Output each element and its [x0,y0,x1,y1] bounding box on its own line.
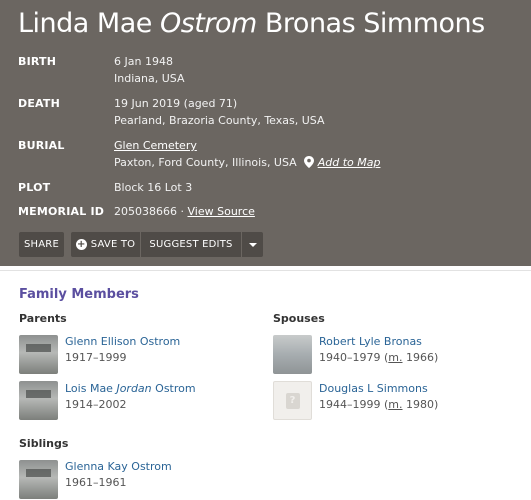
spouse-2-married-abbr: m. [388,398,403,411]
save-to-button[interactable]: + SAVE TO [71,232,141,257]
sibling-1-photo[interactable] [19,460,58,499]
caret-down-icon [248,242,257,247]
no-photo-icon: ? [285,392,300,409]
burial-place-row: Paxton, Ford County, Illinois, USA Add t… [114,156,380,169]
memorial-name: Linda Mae Ostrom Bronas Simmons [18,8,485,39]
spouse-2-married-year: 1980) [402,398,439,411]
birth-date: 6 Jan 1948 [114,55,173,68]
spouse-2-dates: 1944–1999 (m. 1980) [319,398,438,411]
share-label: SHARE [24,239,59,250]
map-pin-icon [304,156,315,168]
add-to-map-link[interactable]: Add to Map [318,156,381,169]
plot-label: PLOT [18,181,51,194]
birth-place: Indiana, USA [114,72,185,85]
memorial-id-row: 205038666 · View Source [114,205,255,218]
parent-2-name[interactable]: Lois Mae Jordan Ostrom [65,382,196,395]
save-to-label: SAVE TO [90,239,136,250]
suggest-edits-label: SUGGEST EDITS [149,239,233,250]
cemetery-link[interactable]: Glen Cemetery [114,139,197,152]
burial-label: BURIAL [18,139,65,152]
death-place: Pearland, Brazoria County, Texas, USA [114,114,325,127]
parent-1-photo[interactable] [19,335,58,374]
id-separator: · [177,205,188,218]
parent-2-photo[interactable] [19,381,58,420]
spouse-1-photo[interactable] [273,335,312,374]
spouse-1-dates: 1940–1979 (m. 1966) [319,351,438,364]
memorial-id: 205038666 [114,205,177,218]
plus-icon: + [75,238,87,250]
parent-2-dates: 1914–2002 [65,398,127,411]
spouses-label: Spouses [273,312,325,325]
section-divider [0,270,531,271]
spouse-2-life: 1944–1999 ( [319,398,389,411]
sibling-1-name[interactable]: Glenna Kay Ostrom [65,460,172,473]
more-actions-dropdown[interactable] [242,232,263,257]
burial-place: Paxton, Ford County, Illinois, USA [114,156,297,169]
spouse-2-name[interactable]: Douglas L Simmons [319,382,428,395]
plot-value: Block 16 Lot 3 [114,181,193,194]
share-button[interactable]: SHARE [19,232,64,257]
siblings-label: Siblings [19,437,69,450]
spouse-1-name[interactable]: Robert Lyle Bronas [319,335,422,348]
name-first: Linda Mae [18,8,152,39]
parent-1-name[interactable]: Glenn Ellison Ostrom [65,335,180,348]
parent-2-maiden: Jordan [116,382,152,395]
spouse-1-married-abbr: m. [388,351,403,364]
view-source-link[interactable]: View Source [188,205,255,218]
name-maiden: Ostrom [159,8,257,39]
parent-2-first: Lois Mae [65,382,113,395]
spouse-2-photo-placeholder[interactable]: ? [273,381,312,420]
spouse-1-married-year: 1966) [402,351,439,364]
parent-2-last: Ostrom [155,382,196,395]
sibling-1-dates: 1961–1961 [65,476,127,489]
parent-1-dates: 1917–1999 [65,351,127,364]
death-date: 19 Jun 2019 (aged 71) [114,97,238,110]
death-label: DEATH [18,97,61,110]
parents-label: Parents [19,312,67,325]
spouse-1-life: 1940–1979 ( [319,351,389,364]
family-members-title: Family Members [19,287,139,302]
memorial-id-label: MEMORIAL ID [18,205,105,218]
memorial-header: Linda Mae Ostrom Bronas Simmons BIRTH 6 … [0,0,531,266]
birth-label: BIRTH [18,55,57,68]
suggest-edits-button[interactable]: SUGGEST EDITS [141,232,242,257]
name-last: Bronas Simmons [264,8,485,39]
